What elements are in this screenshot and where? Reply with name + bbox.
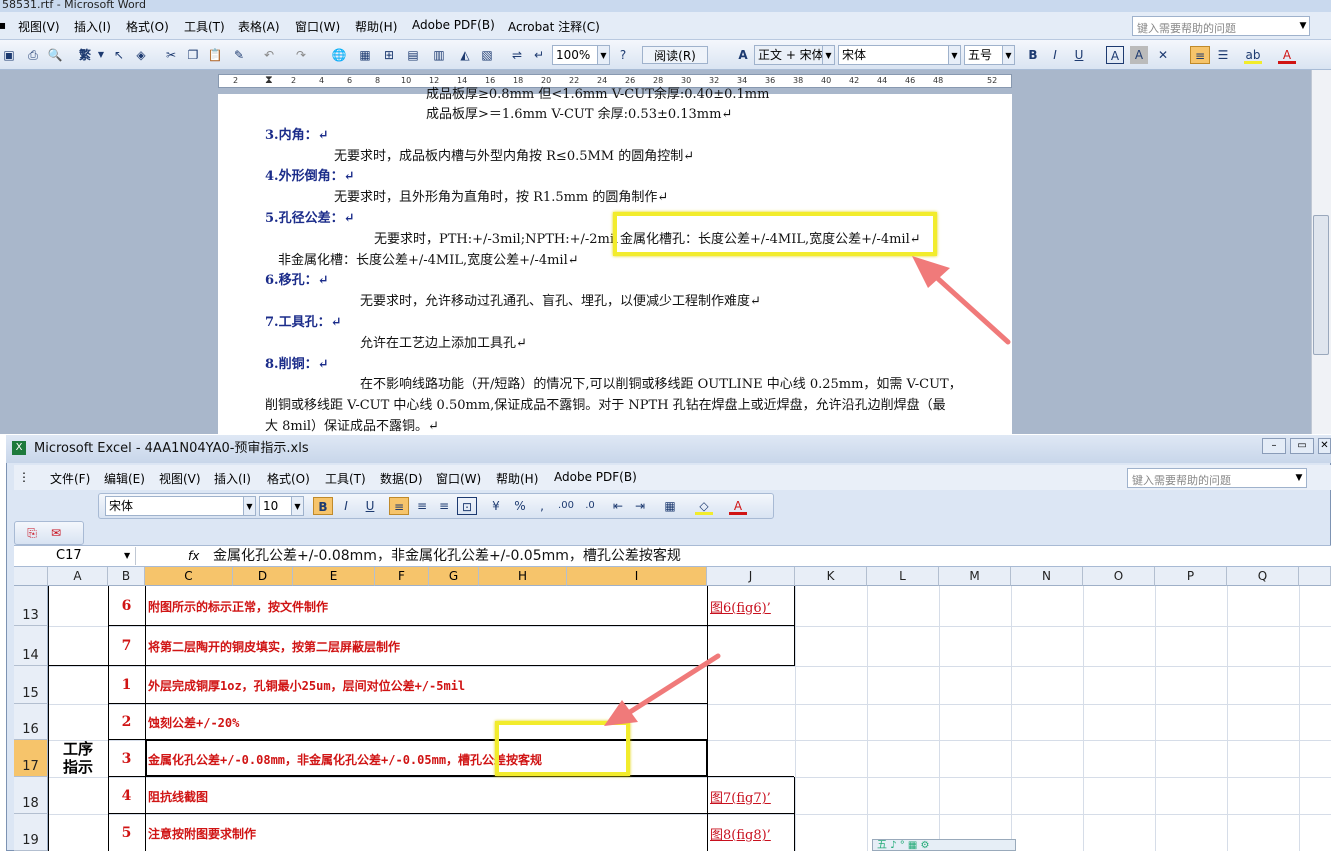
ime-toolbar[interactable]: 五 ♪ ° ▦ ⚙ [872,839,1016,851]
arrow-line-word [932,273,1011,345]
annotation-arrows [604,256,1011,726]
arrow-line-excel [627,653,721,715]
